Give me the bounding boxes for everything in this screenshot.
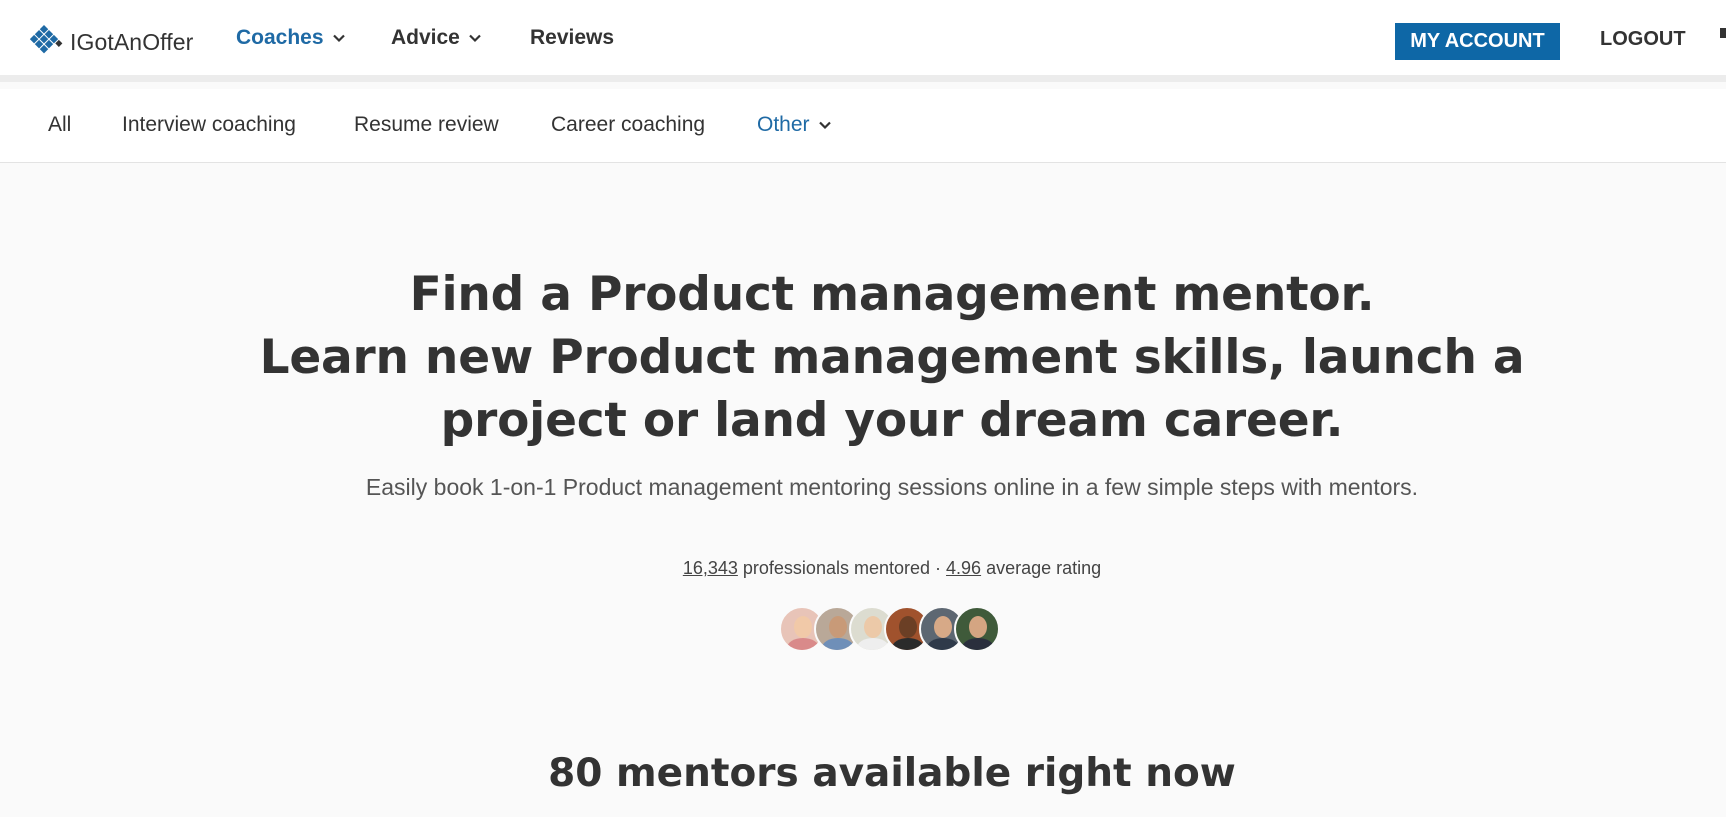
logout-link[interactable]: LOGOUT (1600, 28, 1686, 51)
hero-title-line-2: Learn new Product management skills, lau… (259, 330, 1525, 385)
tab-resume-review[interactable]: Resume review (354, 113, 499, 137)
rating-label: average rating (986, 558, 1102, 578)
chevron-down-icon (332, 34, 345, 43)
hero-title: Find a Product management mentor. Learn … (0, 263, 1726, 452)
chevron-down-icon (469, 34, 481, 43)
logo-text: IGotAnOffer (70, 28, 194, 55)
tab-other-label: Other (757, 113, 810, 136)
nav-reviews-label: Reviews (530, 26, 615, 49)
nav-reviews[interactable]: Reviews (530, 26, 614, 50)
top-navigation-bar: IGotAnOffer Coaches Advice Reviews MY AC… (0, 0, 1726, 82)
nav-advice-label: Advice (391, 26, 460, 49)
nav-advice[interactable]: Advice (391, 26, 482, 50)
mentor-avatars (779, 606, 1000, 652)
hero-subtitle: Easily book 1-on-1 Product management me… (365, 474, 1419, 500)
mentored-label: professionals mentored · (742, 558, 942, 578)
tab-interview-coaching[interactable]: Interview coaching (122, 113, 296, 137)
chevron-down-icon (818, 121, 831, 130)
nav-coaches-label: Coaches (236, 26, 324, 49)
logo-icon (29, 25, 63, 54)
mentored-count[interactable]: 16,343 (683, 558, 738, 578)
stats-line: 16,343 professionals mentored · 4.96 ave… (0, 558, 1726, 579)
tab-all[interactable]: All (48, 113, 71, 137)
tab-career-coaching[interactable]: Career coaching (551, 113, 705, 137)
my-account-button[interactable]: MY ACCOUNT (1395, 23, 1560, 60)
tab-other[interactable]: Other (757, 113, 832, 137)
category-tabs: All Interview coaching Resume review Car… (0, 89, 1726, 163)
hero-title-line-1: Find a Product management mentor. (409, 267, 1375, 322)
avatar (954, 606, 1000, 652)
cropped-menu-icon[interactable] (1720, 28, 1726, 38)
nav-coaches[interactable]: Coaches (236, 26, 346, 50)
logo-link[interactable]: IGotAnOffer (24, 22, 193, 62)
average-rating[interactable]: 4.96 (946, 558, 981, 578)
mentors-available-heading: 80 mentors available right now (548, 751, 1236, 796)
hero-title-line-3: project or land your dream career. (440, 393, 1344, 448)
